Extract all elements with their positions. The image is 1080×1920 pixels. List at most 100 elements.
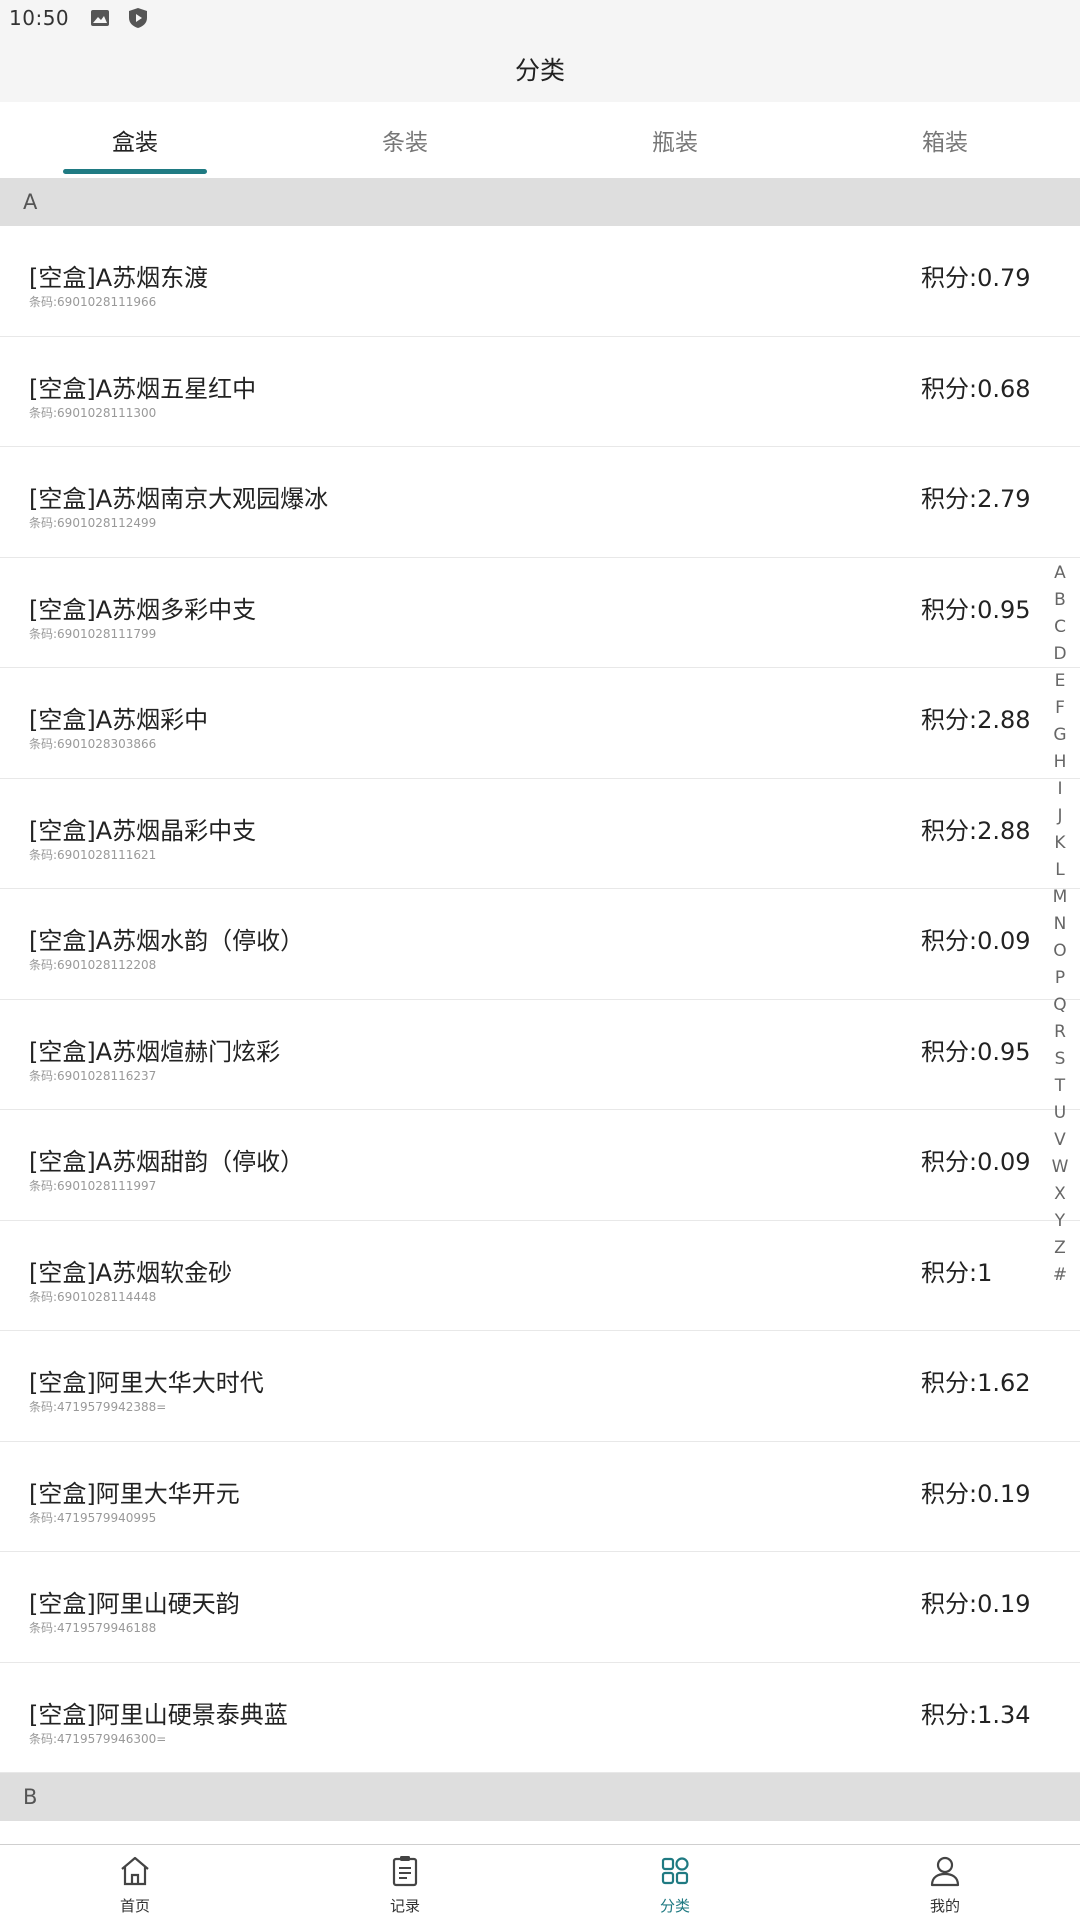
- tab-3[interactable]: 瓶装: [540, 102, 810, 178]
- product-barcode: 条码:4719579940995: [29, 1510, 157, 1525]
- product-barcode: 条码:6901028303866: [29, 737, 157, 751]
- product-name: [空盒]A苏烟五星红中: [29, 374, 257, 403]
- product-barcode: 条码:6901028111621: [29, 847, 157, 862]
- nav-label: 记录: [389, 1897, 420, 1915]
- nav-item-2[interactable]: 记录: [270, 1845, 540, 1920]
- product-barcode: 条码:6901028111799: [29, 626, 157, 641]
- tab-label: 盒装: [112, 130, 158, 156]
- alpha-index-letter[interactable]: O: [1053, 938, 1066, 965]
- alpha-index-letter[interactable]: A: [1054, 560, 1066, 587]
- list-item[interactable]: [空盒]A苏烟彩中 条码:6901028303866 积分:2.88: [0, 668, 1080, 779]
- product-score: 积分:1.62: [921, 1369, 1031, 1397]
- list-item[interactable]: [空盒]阿里山硬天韵 条码:4719579946188 积分:0.19: [0, 1552, 1080, 1663]
- list-item[interactable]: [空盒]阿里大华开元条码:4719579940995 积分:0.19: [0, 1441, 1080, 1552]
- product-name: [空盒]阿里山硬景泰典蓝: [29, 1700, 288, 1729]
- nav-item-4[interactable]: 我的: [810, 1845, 1080, 1920]
- section-header: A: [0, 178, 1080, 226]
- list-item[interactable]: [空盒]A苏烟软金砂条码:6901028114448 积分:1: [0, 1220, 1080, 1331]
- tab-4[interactable]: 箱装: [810, 102, 1080, 178]
- alpha-index-letter[interactable]: X: [1054, 1181, 1066, 1208]
- alpha-index-letter[interactable]: Y: [1055, 1208, 1065, 1235]
- grid-icon: [657, 1853, 693, 1893]
- alpha-index-letter[interactable]: K: [1054, 830, 1065, 857]
- product-name: [空盒]A苏烟煊赫门炫彩: [29, 1037, 281, 1066]
- product-score: 积分:2.79: [921, 485, 1031, 513]
- product-name: [空盒]A苏烟水韵（停收）: [29, 927, 305, 955]
- alpha-index-letter[interactable]: D: [1053, 641, 1066, 668]
- nav-item-1[interactable]: 首页: [0, 1845, 270, 1920]
- product-score: 积分:0.19: [921, 1479, 1031, 1508]
- home-icon: [117, 1853, 153, 1893]
- tab-1[interactable]: 盒装: [0, 102, 270, 178]
- product-score: 积分:0.95: [921, 1037, 1031, 1066]
- alpha-index-letter[interactable]: #: [1053, 1262, 1067, 1289]
- product-name: [空盒]A苏烟东渡: [29, 264, 209, 292]
- product-barcode: 条码:4719579946188: [29, 1621, 157, 1635]
- alpha-index-letter[interactable]: V: [1054, 1127, 1066, 1154]
- alpha-index-letter[interactable]: E: [1055, 668, 1066, 695]
- alphabet-index[interactable]: A B C D E F G H I J K L M N O P Q R S T U V W X Y Z #: [1040, 560, 1080, 1289]
- list-item[interactable]: [空盒]A苏烟甜韵（停收） 条码:6901028111997 积分:0.09: [0, 1110, 1080, 1221]
- product-score: 积分:2.88: [921, 816, 1031, 845]
- alpha-index-letter[interactable]: C: [1054, 614, 1066, 641]
- product-score: 积分:0.79: [921, 264, 1031, 292]
- alpha-index-letter[interactable]: U: [1054, 1100, 1066, 1127]
- nav-label: 分类: [659, 1897, 690, 1915]
- product-score: 积分:1: [921, 1258, 993, 1287]
- list-item[interactable]: [空盒]阿里大华大时代条码:4719579942388= 积分:1.62: [0, 1331, 1080, 1442]
- alpha-index-letter[interactable]: B: [1054, 587, 1066, 614]
- list-item[interactable]: [空盒]A苏烟东渡条码:6901028111966 积分:0.79: [0, 226, 1080, 337]
- product-barcode: 条码:6901028111966: [29, 295, 157, 309]
- alpha-index-letter[interactable]: R: [1054, 1019, 1066, 1046]
- status-bar: 10:50: [0, 0, 1080, 36]
- product-barcode: 条码:6901028112499: [29, 516, 157, 530]
- user-icon: [927, 1853, 963, 1893]
- nav-item-3[interactable]: 分类: [540, 1845, 810, 1920]
- alpha-index-letter[interactable]: I: [1057, 776, 1062, 803]
- product-score: 积分:1.34: [921, 1700, 1031, 1729]
- product-barcode: 条码:4719579942388=: [29, 1400, 167, 1414]
- product-score: 积分:0.09: [921, 927, 1031, 955]
- list-item[interactable]: [空盒]阿里山硬景泰典蓝条码:4719579946300= 积分:1.34: [0, 1662, 1080, 1773]
- list-item[interactable]: [空盒]A苏烟水韵（停收） 条码:6901028112208 积分:0.09: [0, 889, 1080, 1000]
- alpha-index-letter[interactable]: N: [1054, 911, 1067, 938]
- tab-2[interactable]: 条装: [270, 102, 540, 178]
- image-icon: [89, 7, 111, 29]
- alpha-index-letter[interactable]: M: [1053, 884, 1068, 911]
- tab-label: 瓶装: [652, 130, 698, 156]
- product-barcode: 条码:6901028111997: [29, 1179, 157, 1193]
- product-name: [空盒]阿里大华大时代: [29, 1369, 264, 1397]
- product-name: [空盒]A苏烟甜韵（停收）: [29, 1148, 305, 1176]
- product-name: [空盒]阿里山硬天韵: [29, 1590, 240, 1618]
- alpha-index-letter[interactable]: Z: [1054, 1235, 1066, 1262]
- tab-active-indicator: [63, 169, 207, 174]
- product-name: [空盒]A苏烟软金砂: [29, 1258, 233, 1287]
- list-item[interactable]: [空盒]A苏烟南京大观园爆冰条码:6901028112499 积分:2.79: [0, 447, 1080, 558]
- product-barcode: 条码:6901028114448: [29, 1289, 157, 1304]
- list-item[interactable]: [空盒]A苏烟煊赫门炫彩 条码:6901028116237 积分:0.95: [0, 999, 1080, 1110]
- product-barcode: 条码:4719579946300=: [29, 1731, 167, 1746]
- product-list[interactable]: A [空盒]A苏烟东渡 条码:6901028111966 积分:0.79 [空盒]A苏烟…: [0, 178, 1080, 1844]
- list-item[interactable]: [空盒]A苏烟晶彩中支 条码:6901028111621 积分:2.88: [0, 778, 1080, 889]
- product-score: 积分:0.68: [921, 374, 1031, 403]
- product-barcode: 条码:6901028111300: [29, 405, 157, 420]
- alpha-index-letter[interactable]: T: [1055, 1073, 1065, 1100]
- list-item[interactable]: [空盒]A苏烟多彩中支 条码:6901028111799 积分:0.95: [0, 557, 1080, 668]
- product-score: 积分:0.95: [921, 595, 1031, 624]
- nav-label: 我的: [929, 1897, 960, 1915]
- product-name: [空盒]A苏烟南京大观园爆冰: [29, 485, 329, 513]
- product-score: 积分:2.88: [921, 706, 1031, 734]
- alpha-index-letter[interactable]: J: [1057, 803, 1062, 830]
- alpha-index-letter[interactable]: W: [1052, 1154, 1069, 1181]
- alpha-index-letter[interactable]: S: [1055, 1046, 1066, 1073]
- bottom-navigation: 首页 记录 分类 我的: [0, 1844, 1080, 1920]
- list-item[interactable]: [空盒]A苏烟五星红中条码:6901028111300 积分:0.68: [0, 336, 1080, 447]
- alpha-index-letter[interactable]: F: [1055, 695, 1065, 722]
- alpha-index-letter[interactable]: H: [1054, 749, 1067, 776]
- app-root: 10:50 分类 盒装 条装 瓶装 箱装 A [空盒]A苏烟东渡 条码:690102811…: [0, 0, 1080, 1920]
- alpha-index-letter[interactable]: G: [1053, 722, 1066, 749]
- product-name: [空盒]阿里大华开元: [29, 1479, 240, 1508]
- alpha-index-letter[interactable]: P: [1055, 965, 1065, 992]
- alpha-index-letter[interactable]: L: [1055, 857, 1064, 884]
- alpha-index-letter[interactable]: Q: [1053, 992, 1066, 1019]
